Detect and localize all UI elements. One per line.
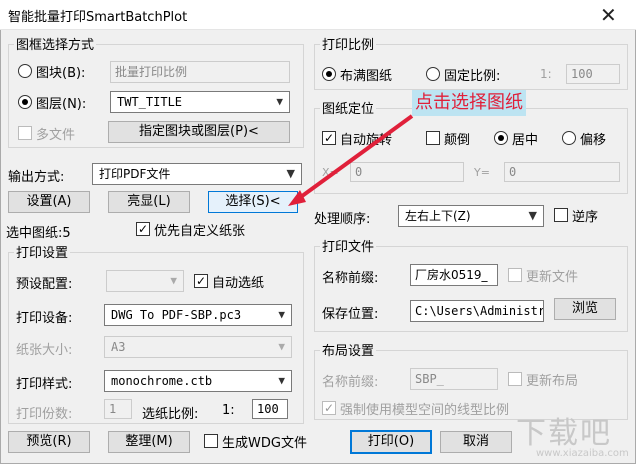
annotation-arrow-line: [296, 114, 414, 201]
annotation-arrow: [288, 114, 414, 206]
annotation-arrow-head: [288, 190, 306, 206]
annotation-label: 点击选择图纸: [412, 90, 526, 116]
